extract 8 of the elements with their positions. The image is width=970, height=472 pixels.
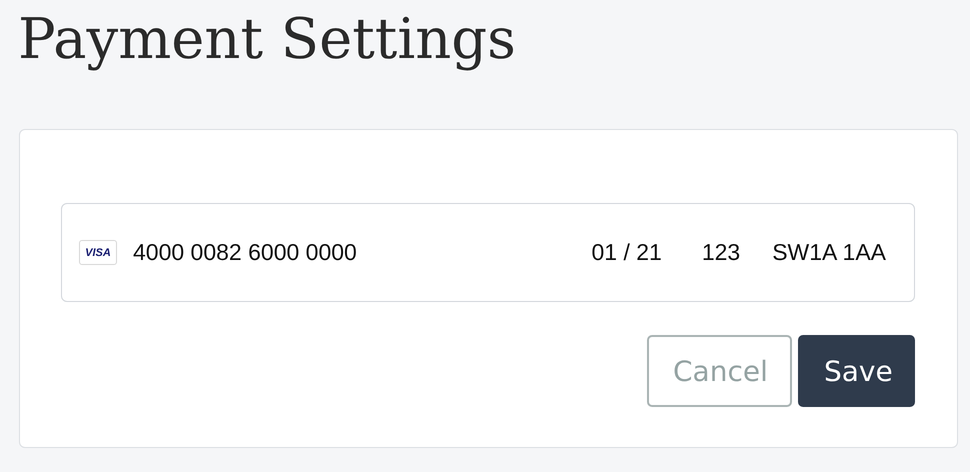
save-button[interactable]: Save [798, 335, 915, 407]
card-expiry: 01 / 21 [592, 239, 662, 266]
card-postal-code: SW1A 1AA [772, 239, 886, 266]
card-input-field[interactable]: VISA 4000 0082 6000 0000 01 / 21 123 SW1A 1AA [61, 203, 915, 302]
card-number: 4000 0082 6000 0000 [133, 239, 358, 266]
page-title: Payment Settings [18, 6, 516, 74]
card-brand-icon: VISA [79, 240, 117, 265]
card-cvc: 123 [702, 239, 740, 266]
